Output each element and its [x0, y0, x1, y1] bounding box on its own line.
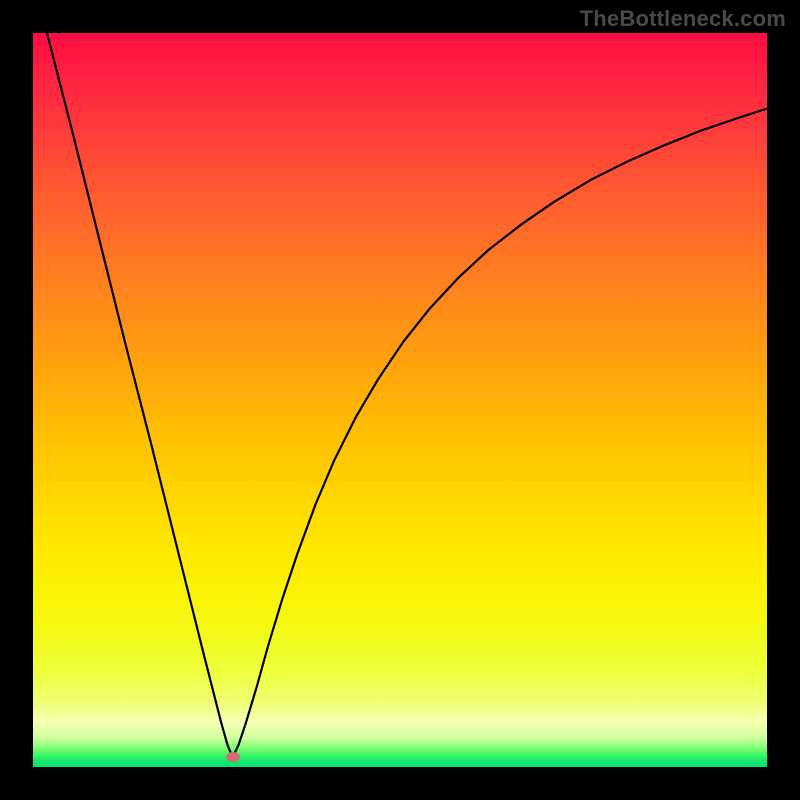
- curve-svg: [33, 33, 767, 767]
- optimal-point-marker: [226, 752, 240, 762]
- curve-line: [47, 33, 767, 757]
- chart-frame: TheBottleneck.com: [0, 0, 800, 800]
- watermark-text: TheBottleneck.com: [580, 6, 786, 32]
- plot-area: [33, 33, 767, 767]
